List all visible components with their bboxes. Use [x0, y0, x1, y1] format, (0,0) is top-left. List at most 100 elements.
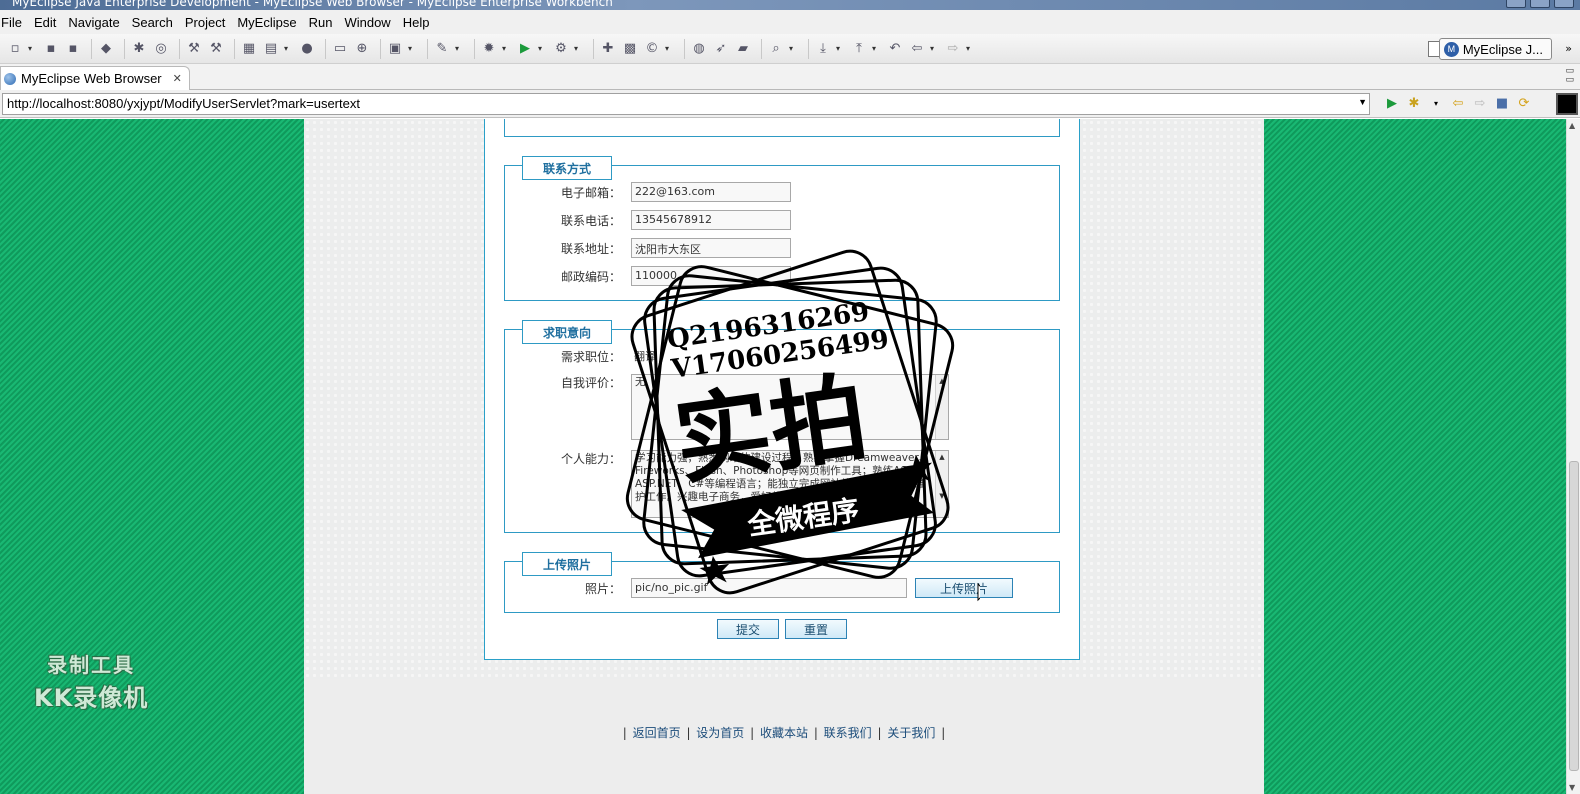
- browser-back-icon[interactable]: ⇦: [1450, 95, 1466, 111]
- menu-file[interactable]: File: [0, 15, 28, 30]
- wizard-dropdown-icon[interactable]: ▾: [455, 44, 463, 53]
- footer-link-about[interactable]: 关于我们: [887, 726, 935, 740]
- debug-dropdown-icon[interactable]: ▾: [502, 44, 510, 53]
- package-icon[interactable]: ◆: [97, 40, 115, 58]
- zip-field[interactable]: 110000: [631, 266, 791, 286]
- footer-link-home[interactable]: 返回首页: [633, 726, 681, 740]
- next-annotation-icon[interactable]: ⤓: [814, 40, 832, 58]
- menu-navigate[interactable]: Navigate: [62, 15, 125, 30]
- print-icon[interactable]: ▪: [64, 40, 82, 58]
- new-class-dropdown-icon[interactable]: ▾: [665, 44, 673, 53]
- external-tools-icon[interactable]: ⚙: [552, 40, 570, 58]
- address-field[interactable]: 沈阳市大东区: [631, 238, 791, 258]
- new-icon[interactable]: ▫: [6, 40, 24, 58]
- add-icon[interactable]: ⊕: [353, 40, 371, 58]
- menu-window[interactable]: Window: [338, 15, 396, 30]
- maximize-button[interactable]: [1530, 0, 1550, 8]
- wizard-icon[interactable]: ✎: [433, 40, 451, 58]
- favorites-icon[interactable]: ✱: [1406, 95, 1422, 111]
- new-dropdown-icon[interactable]: ▾: [28, 44, 36, 53]
- menu-help[interactable]: Help: [397, 15, 436, 30]
- new-java-project-icon[interactable]: ✚: [599, 40, 617, 58]
- ability-row: 个人能力： 学习能力强，熟悉网站的建设过程；熟练掌握Dreamweaver、Fi…: [505, 450, 949, 518]
- toolbar-separator: [325, 38, 326, 59]
- footer-link-bookmark[interactable]: 收藏本站: [760, 726, 808, 740]
- footer-link-contact[interactable]: 联系我们: [824, 726, 872, 740]
- refresh-icon[interactable]: ⟳: [1516, 95, 1532, 111]
- folder-open-icon[interactable]: ▰: [734, 40, 752, 58]
- perspective-switcher[interactable]: M MyEclipse J...: [1438, 38, 1552, 60]
- email-field[interactable]: 222@163.com: [631, 182, 791, 202]
- build-icon[interactable]: ⚒: [207, 40, 225, 58]
- prev-annotation-icon[interactable]: ⤒: [850, 40, 868, 58]
- forward-dropdown-icon[interactable]: ▾: [966, 44, 974, 53]
- prev-annotation-dropdown-icon[interactable]: ▾: [872, 44, 880, 53]
- external-tools-dropdown-icon[interactable]: ▾: [574, 44, 582, 53]
- favorites-dropdown-icon[interactable]: ▾: [1428, 95, 1444, 111]
- scroll-down-icon[interactable]: ▼: [1569, 783, 1575, 792]
- camera-icon[interactable]: ▣: [386, 40, 404, 58]
- footer-link-set-home[interactable]: 设为首页: [696, 726, 744, 740]
- globe-icon[interactable]: ●: [298, 40, 316, 58]
- new-package-icon[interactable]: ▩: [621, 40, 639, 58]
- server-icon[interactable]: ◎: [152, 40, 170, 58]
- new-class-icon[interactable]: ©: [643, 40, 661, 58]
- folder-icon[interactable]: ▭: [331, 40, 349, 58]
- reset-button[interactable]: 重置: [785, 619, 847, 639]
- myeclipse-icon: M: [1443, 41, 1459, 57]
- upload-photo-button[interactable]: 上传照片: [915, 578, 1013, 598]
- search-files-icon[interactable]: ⌕: [767, 40, 785, 58]
- tab-label: MyEclipse Web Browser: [21, 71, 162, 86]
- url-dropdown-icon[interactable]: ▼: [1358, 97, 1367, 107]
- run-dropdown-icon[interactable]: ▾: [538, 44, 546, 53]
- ability-label: 个人能力：: [560, 452, 621, 466]
- last-edit-icon[interactable]: ↶: [886, 40, 904, 58]
- minimize-button[interactable]: [1506, 0, 1526, 8]
- position-field[interactable]: 翻译: [631, 346, 721, 366]
- chevron-more-icon[interactable]: »: [1565, 42, 1572, 55]
- scroll-thumb[interactable]: [1569, 461, 1579, 771]
- self-eval-scrollbar[interactable]: ▲: [935, 375, 948, 439]
- tab-view-controls[interactable]: ▭ ▭: [1565, 67, 1574, 85]
- debug-icon[interactable]: ✹: [480, 40, 498, 58]
- open-dropdown-icon[interactable]: ▾: [284, 44, 292, 53]
- close-tab-icon[interactable]: ✕: [173, 72, 182, 85]
- forward-icon[interactable]: ⇨: [944, 40, 962, 58]
- menu-run[interactable]: Run: [303, 15, 339, 30]
- open-file-icon[interactable]: ▤: [262, 40, 280, 58]
- rocket-icon[interactable]: ➶: [712, 40, 730, 58]
- browser-address-bar: http://localhost:8080/yxjypt/ModifyUserS…: [0, 90, 1580, 118]
- camera-dropdown-icon[interactable]: ▾: [408, 44, 416, 53]
- go-icon[interactable]: ▶: [1384, 95, 1400, 111]
- browser-forward-icon[interactable]: ⇨: [1472, 95, 1488, 111]
- menu-search[interactable]: Search: [126, 15, 179, 30]
- menu-edit[interactable]: Edit: [28, 15, 62, 30]
- page-scrollbar[interactable]: ▲ ▼: [1566, 119, 1580, 794]
- self-eval-text: 无: [635, 376, 646, 388]
- close-window-button[interactable]: [1554, 0, 1574, 8]
- open-type-icon[interactable]: ▦: [240, 40, 258, 58]
- zip-label: 邮政编码：: [560, 269, 621, 284]
- scroll-up-icon[interactable]: ▲: [1569, 121, 1575, 130]
- menu-myeclipse[interactable]: MyEclipse: [231, 15, 302, 30]
- phone-field[interactable]: 13545678912: [631, 210, 791, 230]
- self-eval-textarea[interactable]: 无 ▲: [631, 374, 949, 440]
- save-icon[interactable]: ▪: [42, 40, 60, 58]
- menu-project[interactable]: Project: [179, 15, 231, 30]
- open-task-icon[interactable]: ◍: [690, 40, 708, 58]
- deploy-icon[interactable]: ⚒: [185, 40, 203, 58]
- ability-scrollbar[interactable]: ▲ ▼: [935, 451, 948, 517]
- stop-icon[interactable]: ■: [1494, 95, 1510, 111]
- url-input[interactable]: http://localhost:8080/yxjypt/ModifyUserS…: [2, 93, 1370, 115]
- back-icon[interactable]: ⇦: [908, 40, 926, 58]
- submit-button[interactable]: 提交: [717, 619, 779, 639]
- search-dropdown-icon[interactable]: ▾: [789, 44, 797, 53]
- next-annotation-dropdown-icon[interactable]: ▾: [836, 44, 844, 53]
- ability-textarea[interactable]: 学习能力强，熟悉网站的建设过程；熟练掌握Dreamweaver、Firework…: [631, 450, 949, 518]
- photo-path-field[interactable]: pic/no_pic.gif: [631, 578, 907, 598]
- back-dropdown-icon[interactable]: ▾: [930, 44, 938, 53]
- debug-tool-icon[interactable]: ✱: [130, 40, 148, 58]
- tab-web-browser[interactable]: MyEclipse Web Browser ✕: [0, 66, 190, 90]
- perspective-label: MyEclipse J...: [1462, 41, 1543, 57]
- run-icon[interactable]: ▶: [516, 40, 534, 58]
